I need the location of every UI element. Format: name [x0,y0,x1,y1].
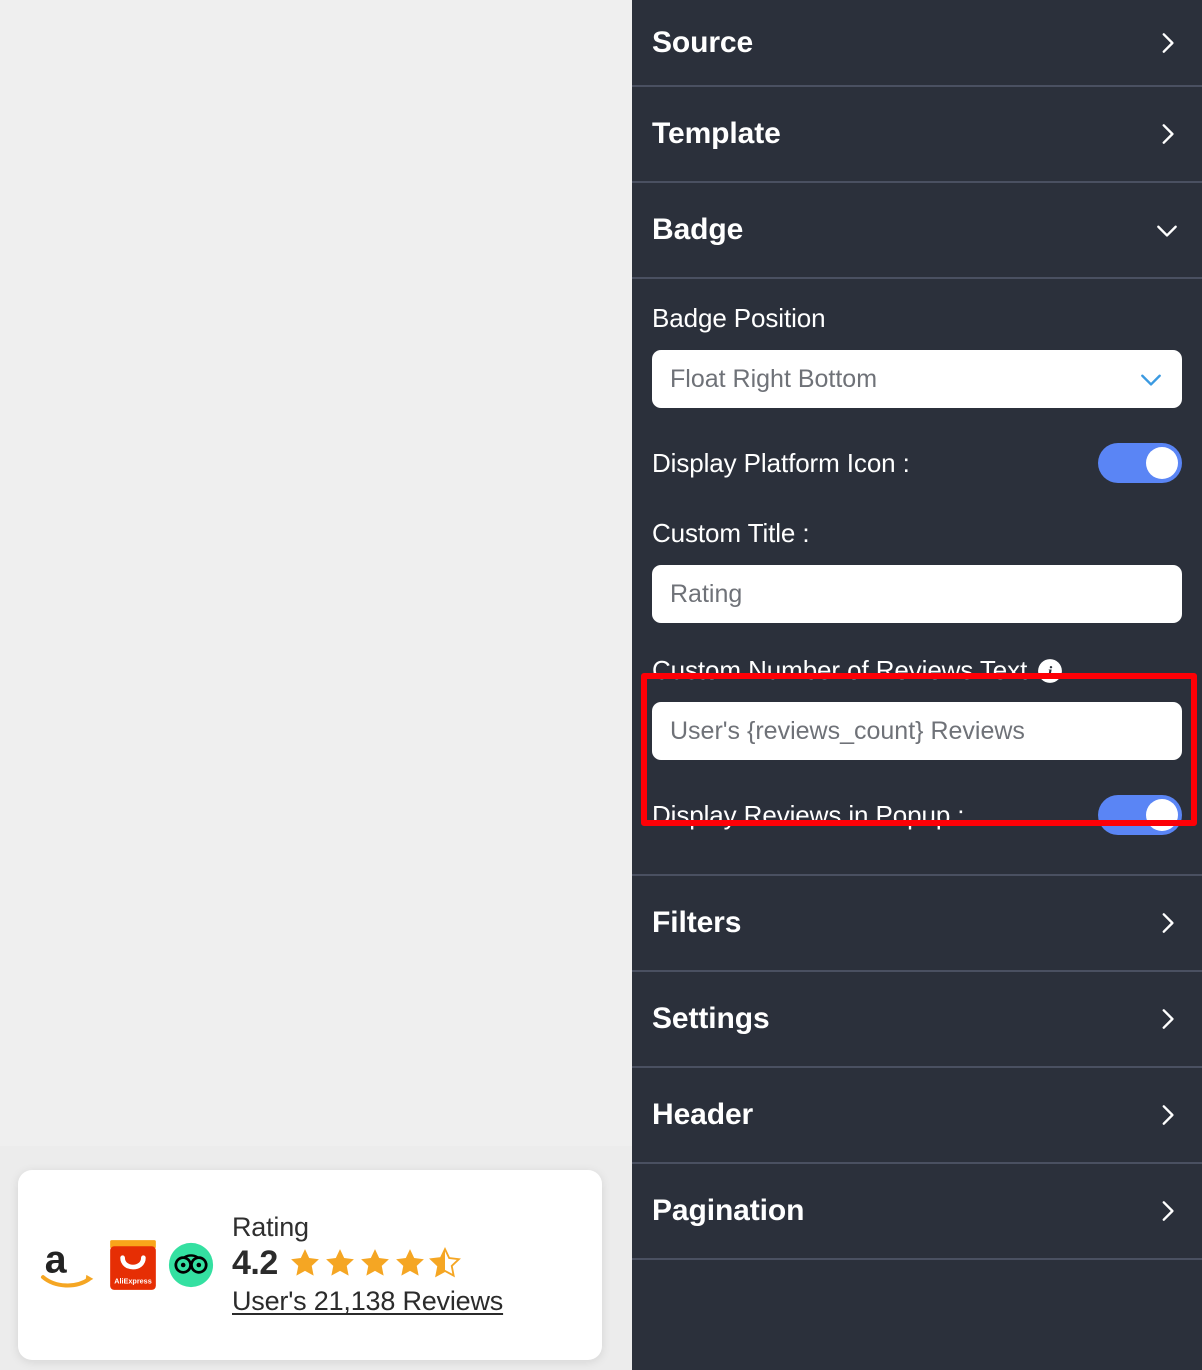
custom-title-label: Custom Title : [652,518,810,548]
settings-panel: Source Template Badge Badge Position Flo… [632,0,1202,1370]
accordion-label-template: Template [652,117,781,150]
chevron-down-icon [1157,225,1177,237]
svg-text:i: i [1048,662,1053,680]
rating-value: 4.2 [232,1243,278,1282]
badge-title: Rating [232,1212,309,1243]
custom-title-placeholder: Rating [670,579,743,608]
star-rating [288,1246,462,1280]
accordion-header-badge[interactable]: Badge [632,183,1202,277]
badge-position-label: Badge Position [652,303,826,333]
tripadvisor-icon [168,1242,214,1288]
chevron-down-icon [1141,374,1161,386]
accordion-label-filters: Filters [652,906,742,939]
platform-icons-group: a AliExpress [40,1238,214,1292]
star-icon-5-half [428,1247,461,1278]
svg-text:a: a [45,1239,68,1282]
accordion-header-source[interactable]: Source [632,0,1202,85]
chevron-right-icon [1162,913,1174,933]
custom-reviews-text-label: Custom Number of Reviews Text [652,655,1028,685]
toggle-knob [1146,447,1178,479]
accordion-header-pagination[interactable]: Pagination [632,1164,1202,1258]
reviews-count-link[interactable]: User's 21,138 Reviews [232,1285,503,1317]
toggle-knob [1146,799,1178,831]
star-icon-2 [325,1249,354,1277]
accordion-label-header: Header [652,1098,754,1131]
display-platform-icon-label: Display Platform Icon : [652,447,910,478]
svg-text:AliExpress: AliExpress [114,1277,151,1286]
chevron-right-icon [1162,1009,1174,1029]
accordion-header-template[interactable]: Template [632,87,1202,181]
accordion-header-header[interactable]: Header [632,1068,1202,1162]
chevron-right-icon [1162,32,1174,53]
chevron-right-icon [1162,1105,1174,1125]
custom-reviews-text-placeholder: User's {reviews_count} Reviews [670,716,1025,745]
accordion-label-source: Source [652,25,754,59]
display-platform-icon-toggle[interactable] [1098,443,1182,483]
accordion-label-pagination: Pagination [652,1194,805,1227]
app-root: a AliExpress Rating 4.2 User's 21,138 Re… [0,0,1202,1370]
badge-position-select[interactable]: Float Right Bottom [652,350,1182,408]
display-platform-icon-row: Display Platform Icon : [652,432,1182,494]
aliexpress-icon: AliExpress [110,1240,156,1290]
amazon-icon: a [40,1239,94,1288]
display-reviews-popup-toggle[interactable] [1098,795,1182,835]
custom-reviews-text-input[interactable]: User's {reviews_count} Reviews [652,702,1182,760]
star-icon-3 [360,1249,389,1277]
badge-section-body: Badge Position Float Right Bottom Displa… [632,279,1202,874]
rating-row: 4.2 [232,1243,503,1282]
star-icon-4 [395,1249,424,1277]
display-reviews-popup-label: Display Reviews in Popup : [652,799,965,830]
divider [632,1258,1202,1260]
info-icon[interactable]: i [1037,658,1063,684]
accordion-label-badge: Badge [652,213,744,246]
badge-position-value: Float Right Bottom [670,364,878,393]
custom-reviews-text-label-row: Custom Number of Reviews Text i [652,655,1182,686]
chevron-right-icon [1162,1201,1174,1221]
accordion-label-settings: Settings [652,1002,770,1035]
badge-info-block: Rating 4.2 User's 21,138 Reviews [232,1212,503,1317]
custom-title-input[interactable]: Rating [652,565,1182,623]
star-icon-1 [290,1249,319,1277]
preview-upper-region [0,0,632,1146]
badge-preview-card[interactable]: a AliExpress Rating 4.2 User's 21,138 Re… [18,1170,602,1360]
display-reviews-popup-row: Display Reviews in Popup : [652,784,1182,846]
badge-preview-area: a AliExpress Rating 4.2 User's 21,138 Re… [0,0,632,1370]
accordion-header-filters[interactable]: Filters [632,876,1202,970]
accordion-header-settings[interactable]: Settings [632,972,1202,1066]
chevron-right-icon [1162,124,1174,144]
